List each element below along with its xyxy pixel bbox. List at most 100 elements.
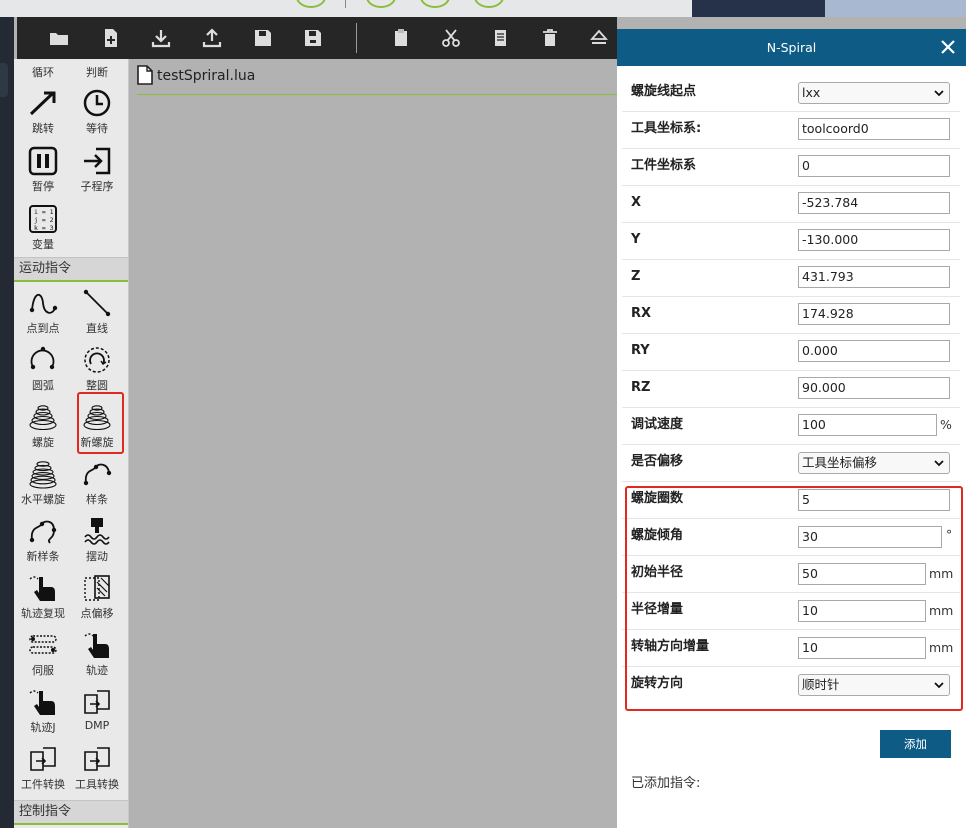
ry-input[interactable]: 0.000 bbox=[798, 340, 950, 362]
side-rail bbox=[0, 17, 14, 828]
tool-variable[interactable]: i = 1j = 2k = 3 变量 bbox=[16, 203, 70, 259]
tool-trajectory-replay[interactable]: 轨迹复现 bbox=[16, 572, 70, 628]
tool-servo[interactable]: 伺服 bbox=[16, 629, 70, 685]
status-circle-icon[interactable] bbox=[420, 0, 450, 8]
field-label: RX bbox=[631, 306, 652, 321]
trajectory-j-icon bbox=[27, 686, 59, 718]
row-offset: 是否偏移 工具坐标偏移 bbox=[622, 445, 960, 482]
field-label: 调试速度 bbox=[631, 417, 684, 432]
tool-label: 工具转换 bbox=[75, 778, 119, 791]
open-folder-icon[interactable] bbox=[47, 26, 71, 50]
tool-ptp[interactable]: 点到点 bbox=[16, 287, 70, 343]
tool-line[interactable]: 直线 bbox=[70, 287, 124, 343]
tool-jump[interactable]: 跳转 bbox=[16, 87, 70, 143]
row-ry: RY 0.000 bbox=[622, 334, 960, 371]
tool-pause[interactable]: 暂停 bbox=[16, 145, 70, 201]
eject-icon[interactable] bbox=[587, 26, 611, 50]
servo-icon bbox=[27, 629, 59, 661]
variable-icon: i = 1j = 2k = 3 bbox=[27, 203, 59, 235]
x-input[interactable]: -523.784 bbox=[798, 192, 950, 214]
tool-coord-input[interactable]: toolcoord0 bbox=[798, 118, 950, 140]
rx-input[interactable]: 174.928 bbox=[798, 303, 950, 325]
rz-input[interactable]: 90.000 bbox=[798, 377, 950, 399]
3d-view-strip bbox=[825, 0, 966, 17]
offset-select[interactable]: 工具坐标偏移 bbox=[798, 452, 950, 474]
row-y: Y -130.000 bbox=[622, 223, 960, 260]
tool-label: 轨迹复现 bbox=[21, 607, 65, 620]
tool-dmp[interactable]: DMP bbox=[70, 686, 124, 742]
tool-label: 判断 bbox=[86, 66, 108, 79]
tool-spline[interactable]: 样条 bbox=[70, 458, 124, 514]
top-strip bbox=[0, 0, 966, 17]
status-circle-icon[interactable] bbox=[296, 0, 326, 8]
tool-wait[interactable]: 等待 bbox=[70, 87, 124, 143]
tool-condition[interactable]: 判断 bbox=[70, 63, 124, 79]
new-file-icon[interactable] bbox=[99, 26, 123, 50]
work-coord-input[interactable]: 0 bbox=[798, 155, 950, 177]
tool-new-spline[interactable]: 新样条 bbox=[16, 515, 70, 571]
cut-icon[interactable] bbox=[439, 26, 463, 50]
row-work-coord: 工件坐标系 0 bbox=[622, 149, 960, 186]
tool-trajectory[interactable]: 轨迹 bbox=[70, 629, 124, 685]
tool-label: 圆弧 bbox=[32, 379, 54, 392]
section-motion[interactable]: 运动指令 bbox=[14, 257, 128, 282]
y-input[interactable]: -130.000 bbox=[798, 229, 950, 251]
workpiece-convert-icon bbox=[27, 743, 59, 775]
tool-subprogram[interactable]: 子程序 bbox=[70, 145, 124, 201]
trajectory-replay-icon bbox=[27, 572, 59, 604]
trajectory-icon bbox=[81, 629, 113, 661]
status-circle-icon[interactable] bbox=[474, 0, 504, 8]
z-input[interactable]: 431.793 bbox=[798, 266, 950, 288]
field-label: RZ bbox=[631, 380, 651, 395]
chevron-down-icon bbox=[934, 460, 944, 467]
tool-arc[interactable]: 圆弧 bbox=[16, 344, 70, 400]
tool-tool-convert[interactable]: 工具转换 bbox=[70, 743, 124, 799]
file-icon bbox=[137, 64, 153, 88]
tool-label: 等待 bbox=[86, 122, 108, 135]
tool-weave[interactable]: 摆动 bbox=[70, 515, 124, 571]
dialog-header: N-Spiral bbox=[617, 29, 966, 66]
copy-icon[interactable] bbox=[488, 26, 512, 50]
program-toolbar bbox=[17, 17, 617, 59]
tool-workpiece-convert[interactable]: 工件转换 bbox=[16, 743, 70, 799]
tool-label: 工件转换 bbox=[21, 778, 65, 791]
download-icon[interactable] bbox=[149, 26, 173, 50]
field-label: 螺旋线起点 bbox=[631, 84, 697, 99]
field-label: 是否偏移 bbox=[631, 454, 684, 469]
tool-label: 轨迹 bbox=[86, 664, 108, 677]
top-panel bbox=[692, 0, 825, 17]
tool-label: 样条 bbox=[86, 493, 108, 506]
spiral-icon bbox=[27, 401, 59, 433]
field-label: 工件坐标系 bbox=[631, 158, 697, 173]
tool-loop[interactable]: 循环 bbox=[16, 63, 70, 79]
start-point-select[interactable]: lxx bbox=[798, 82, 950, 104]
subprogram-icon bbox=[81, 145, 113, 177]
new-spline-icon bbox=[27, 515, 59, 547]
tool-label: 摆动 bbox=[86, 550, 108, 563]
save-icon[interactable] bbox=[251, 26, 275, 50]
file-name: testSpriral.lua bbox=[157, 68, 256, 84]
tool-label: 整圆 bbox=[86, 379, 108, 392]
tool-label: 点偏移 bbox=[80, 607, 114, 620]
section-control[interactable]: 控制指令 bbox=[14, 800, 128, 825]
paste-icon[interactable] bbox=[389, 26, 413, 50]
tool-trajectory-j[interactable]: 轨迹J bbox=[16, 686, 70, 742]
divider bbox=[345, 0, 346, 8]
status-circle-icon[interactable] bbox=[366, 0, 396, 8]
added-commands-label: 已添加指令: bbox=[631, 776, 701, 791]
tool-label: 新样条 bbox=[26, 550, 60, 563]
tool-spiral[interactable]: 螺旋 bbox=[16, 401, 70, 457]
tool-point-offset[interactable]: 点偏移 bbox=[70, 572, 124, 628]
tool-label: 跳转 bbox=[32, 122, 54, 135]
tool-label: 水平螺旋 bbox=[21, 493, 65, 506]
delete-icon[interactable] bbox=[538, 26, 562, 50]
tool-horizontal-spiral[interactable]: 水平螺旋 bbox=[16, 458, 70, 514]
speed-input[interactable]: 100 bbox=[798, 414, 937, 436]
close-icon[interactable] bbox=[936, 35, 960, 59]
rail-handle[interactable] bbox=[0, 63, 8, 97]
save-as-icon[interactable] bbox=[301, 26, 325, 50]
svg-text:i = 1: i = 1 bbox=[34, 208, 54, 216]
upload-icon[interactable] bbox=[200, 26, 224, 50]
file-tab[interactable]: testSpriral.lua bbox=[137, 63, 255, 89]
add-button[interactable]: 添加 bbox=[880, 730, 951, 758]
